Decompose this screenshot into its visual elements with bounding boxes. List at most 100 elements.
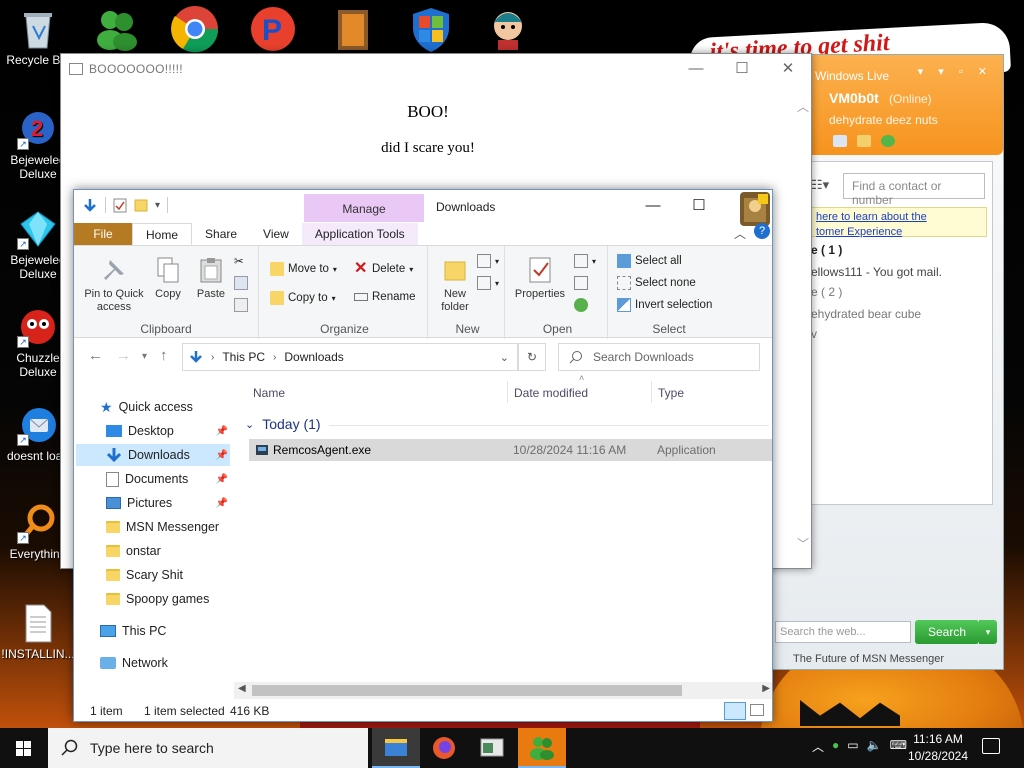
column-header-type[interactable]: Type [658, 386, 684, 400]
breadcrumb-downloads[interactable]: Downloads [284, 350, 343, 364]
msn-tray-icon[interactable]: ● [832, 738, 839, 755]
nav-scary-shit[interactable]: Scary Shit [76, 564, 230, 586]
nav-documents[interactable]: Documents 📌 [76, 468, 230, 490]
select-all-button[interactable]: Select all [617, 254, 682, 268]
close-button[interactable]: ✕ [765, 54, 811, 84]
new-folder-button[interactable]: New folder [435, 256, 475, 314]
contact-group-header[interactable]: e ( 1 ) [811, 243, 842, 257]
new-item-button[interactable]: ▾ [477, 254, 499, 268]
edit-button[interactable] [574, 276, 588, 290]
properties-check-icon[interactable] [113, 197, 127, 213]
column-header-date[interactable]: Date modified [514, 386, 588, 400]
scroll-down-icon[interactable]: ﹀ [795, 535, 811, 552]
down-arrow-icon[interactable] [82, 197, 98, 213]
xbox-icon[interactable] [881, 135, 895, 147]
volume-icon[interactable]: 🔈 [867, 738, 882, 755]
tab-application-tools[interactable]: Application Tools [301, 223, 418, 245]
select-none-button[interactable]: Select none [617, 276, 696, 290]
open-button[interactable]: ▾ [574, 254, 596, 268]
column-divider[interactable] [507, 381, 508, 403]
copy-path-button[interactable] [234, 276, 248, 290]
details-view-icon[interactable] [724, 702, 746, 720]
address-bar[interactable]: › This PC › Downloads ⌄ [182, 343, 518, 371]
collapse-ribbon-icon[interactable]: ︿ [734, 223, 746, 245]
rename-button[interactable]: Rename [354, 291, 415, 303]
desktop-icon-installing-doc[interactable]: !INSTALLIN... [0, 602, 76, 661]
msn-status[interactable]: (Online) [889, 92, 932, 106]
contact-group-header[interactable]: e ( 2 ) [811, 285, 842, 299]
show-hidden-icons-icon[interactable]: ︿ [812, 738, 824, 755]
breadcrumb-this-pc[interactable]: This PC [222, 350, 265, 364]
boo-vertical-scrollbar[interactable]: ︿ ﹀ [795, 98, 811, 558]
msn-window-controls[interactable]: ▾ ▾ ▫ ✕ [918, 65, 993, 78]
copy-to-button[interactable]: Copy to ▾ [270, 291, 336, 305]
pin-icon[interactable]: 📌 [216, 450, 228, 461]
character-game-desktop-icon[interactable] [484, 4, 534, 54]
copy-button[interactable]: Copy [150, 256, 186, 301]
taskbar-clock[interactable]: 11:16 AM 10/28/2024 [900, 731, 976, 765]
search-dropdown-button[interactable]: ▾ [979, 620, 997, 644]
nav-network[interactable]: Network [76, 652, 230, 674]
paste-button[interactable]: Paste [192, 256, 230, 301]
move-to-button[interactable]: Move to ▾ [270, 262, 337, 276]
minimize-button[interactable]: — [673, 54, 719, 84]
nav-spoopy-games[interactable]: Spoopy games [76, 588, 230, 610]
msn-notice-banner[interactable]: here to learn about the tomer Experience [811, 207, 987, 238]
msn-messenger-desktop-icon[interactable] [92, 4, 142, 54]
group-header-today[interactable]: ⌄ Today (1) [245, 416, 321, 432]
nav-onstar[interactable]: onstar [76, 540, 230, 562]
new-folder-icon[interactable] [134, 198, 148, 212]
scroll-right-icon[interactable]: ▶ [762, 683, 770, 694]
scroll-up-icon[interactable]: ︿ [795, 98, 811, 115]
taskbar-msn-messenger[interactable] [518, 728, 566, 768]
tab-view[interactable]: View [250, 223, 302, 245]
contact-view-options-button[interactable]: ☷▾ [811, 177, 829, 193]
history-button[interactable] [574, 298, 588, 312]
pin-icon[interactable]: 📌 [216, 474, 228, 485]
search-downloads-input[interactable]: Search Downloads [558, 343, 760, 371]
invert-selection-button[interactable]: Invert selection [617, 298, 712, 312]
scroll-thumb[interactable] [252, 685, 682, 696]
contact-entry[interactable]: ellows111 - You got mail. [811, 265, 942, 279]
taskbar-search-box[interactable]: Type here to search [48, 728, 368, 768]
breadcrumb-separator[interactable]: › [273, 352, 276, 363]
web-search-input[interactable]: Search the web... [775, 621, 911, 643]
windows-shield-desktop-icon[interactable] [406, 4, 456, 54]
address-dropdown-icon[interactable]: ⌄ [500, 351, 509, 364]
back-arrow-icon[interactable]: ← [88, 347, 103, 364]
large-icons-view-icon[interactable] [750, 704, 764, 716]
chrome-desktop-icon[interactable] [170, 4, 220, 54]
pin-icon[interactable]: 📌 [216, 426, 228, 437]
msn-username[interactable]: VM0b0t [829, 90, 879, 106]
scroll-left-icon[interactable]: ◀ [238, 683, 246, 694]
delete-button[interactable]: ✕ Delete ▾ [354, 261, 413, 277]
minimize-button[interactable]: — [630, 190, 676, 222]
column-divider[interactable] [651, 381, 652, 403]
tab-file[interactable]: File [74, 223, 132, 245]
taskbar-file-explorer[interactable] [372, 728, 420, 768]
pin-icon[interactable]: 📌 [216, 498, 228, 509]
paste-shortcut-button[interactable] [234, 298, 248, 312]
tab-share[interactable]: Share [192, 223, 250, 245]
network-icon[interactable]: ▭ [847, 738, 858, 755]
properties-button[interactable]: Properties [510, 256, 570, 301]
nav-downloads[interactable]: Downloads 📌 [76, 444, 230, 466]
nav-quick-access[interactable]: ★ Quick access [100, 396, 254, 418]
msn-personal-message[interactable]: dehydrate deez nuts [829, 113, 938, 127]
nav-desktop[interactable]: Desktop 📌 [76, 420, 230, 442]
web-search-button[interactable]: Search [915, 620, 979, 644]
taskbar-firefox[interactable] [420, 728, 468, 768]
pin-quick-access-button[interactable]: Pin to Quick access [80, 256, 148, 314]
nav-this-pc[interactable]: This PC [76, 620, 230, 642]
maximize-button[interactable]: ☐ [676, 190, 722, 222]
forward-arrow-icon[interactable]: → [116, 347, 131, 364]
find-contact-input[interactable]: Find a contact or number [843, 173, 985, 207]
maximize-button[interactable]: ☐ [719, 54, 765, 84]
cut-button[interactable]: ✂ [234, 254, 248, 268]
table-row[interactable]: RemcosAgent.exe 10/28/2024 11:16 AM Appl… [249, 439, 772, 461]
customize-qat-icon[interactable]: ▾ [155, 200, 160, 211]
easy-access-button[interactable]: ▾ [477, 276, 499, 290]
nav-msn-messenger[interactable]: MSN Messenger [76, 516, 230, 538]
contact-entry[interactable]: ehydrated bear cube [811, 307, 921, 321]
mail-icon[interactable] [833, 135, 847, 147]
